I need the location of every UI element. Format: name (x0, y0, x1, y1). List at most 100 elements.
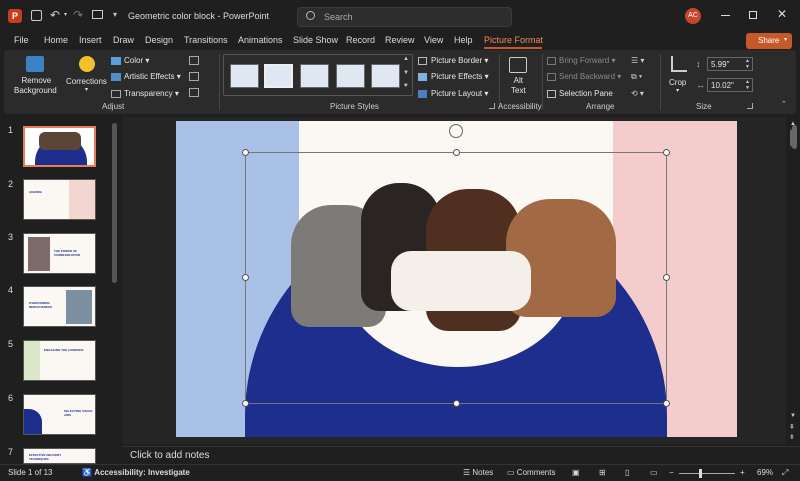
reset-picture-icon[interactable] (189, 88, 199, 97)
remove-background-button[interactable]: Remove Background (14, 76, 57, 96)
bring-forward-icon (547, 56, 556, 65)
present-icon[interactable] (92, 10, 103, 19)
slide-thumbnail-6[interactable]: SELECTING VISUAL AIDS (23, 394, 96, 435)
tab-view[interactable]: View (424, 35, 443, 45)
color-button[interactable]: Color ▾ (111, 56, 149, 65)
close-icon[interactable]: ✕ (777, 7, 787, 21)
fit-slide-icon[interactable]: ⤢ (782, 468, 788, 478)
minimize-icon[interactable] (721, 15, 730, 16)
tab-animations[interactable]: Animations (238, 35, 283, 45)
transparency-button[interactable]: Transparency ▾ (111, 89, 179, 98)
thumbnail-scrollbar[interactable] (112, 123, 117, 283)
zoom-slider-thumb[interactable] (699, 469, 702, 478)
share-button[interactable]: Share ▾ (746, 33, 792, 49)
tab-help[interactable]: Help (454, 35, 473, 45)
gallery-scroll-down-icon[interactable]: ▼ (403, 70, 409, 76)
redo-icon[interactable]: ↷ (73, 8, 83, 22)
zoom-slider[interactable] (679, 469, 735, 478)
scroll-thumb[interactable] (790, 129, 795, 147)
comments-button[interactable]: ▭ Comments (507, 468, 555, 477)
slide-thumbnail-1[interactable] (23, 126, 96, 167)
resize-handle-bottom-left[interactable] (242, 400, 249, 407)
picture-layout-button[interactable]: Picture Layout ▾ (418, 89, 488, 98)
tab-insert[interactable]: Insert (79, 35, 102, 45)
slide-thumbnail-7[interactable]: EFFECTIVE DELIVERY TECHNIQUES (23, 448, 96, 464)
undo-dropdown-icon[interactable]: ▾ (64, 11, 67, 18)
tab-record[interactable]: Record (346, 35, 375, 45)
tab-draw[interactable]: Draw (113, 35, 134, 45)
tab-picture-format[interactable]: Picture Format (484, 35, 543, 45)
group-icon[interactable]: ⧉ ▾ (631, 72, 642, 82)
tab-file[interactable]: File (14, 35, 29, 45)
next-slide-icon[interactable]: ⇟ (789, 433, 795, 441)
tab-design[interactable]: Design (145, 35, 173, 45)
gallery-more-icon[interactable]: ⯆ (403, 83, 409, 91)
alt-text-label-1: Alt (513, 76, 523, 85)
thumb-shape (24, 409, 42, 434)
avatar[interactable]: AC (685, 8, 701, 24)
notes-pane[interactable]: Click to add notes (122, 446, 800, 464)
customize-toolbar-icon[interactable]: ▾ (113, 10, 117, 19)
resize-handle-top[interactable] (453, 149, 460, 156)
normal-view-icon[interactable]: ▣ (572, 468, 580, 477)
zoom-out-icon[interactable]: − (669, 468, 674, 477)
bring-forward-button[interactable]: Bring Forward ▾ (547, 56, 616, 65)
size-launcher-icon[interactable] (747, 103, 753, 109)
tab-home[interactable]: Home (44, 35, 68, 45)
collapse-ribbon-icon[interactable]: ⌃ (781, 100, 787, 108)
undo-icon[interactable]: ↶ (50, 8, 60, 22)
zoom-in-icon[interactable]: + (740, 468, 745, 477)
align-icon[interactable]: ☰ ▾ (631, 56, 644, 65)
picture-styles-launcher-icon[interactable] (489, 103, 495, 109)
rotate-handle-icon[interactable] (449, 124, 463, 138)
scroll-up-icon[interactable]: ▲ (790, 121, 796, 127)
resize-handle-top-left[interactable] (242, 149, 249, 156)
reading-view-icon[interactable]: ▯ (625, 468, 629, 477)
width-spinner-icon[interactable]: ▲ ▼ (745, 79, 750, 91)
picture-effects-button[interactable]: Picture Effects ▾ (418, 72, 489, 81)
previous-slide-icon[interactable]: ⇞ (789, 423, 795, 431)
artistic-effects-button[interactable]: Artistic Effects ▾ (111, 72, 181, 81)
alt-text-button[interactable]: Alt Text (511, 76, 526, 96)
slide-thumbnail-3[interactable]: THE POWER OF COMMUNICATION (23, 233, 96, 274)
picture-style-3[interactable] (300, 64, 329, 88)
scroll-down-icon[interactable]: ▼ (790, 413, 796, 419)
gallery-scroll-up-icon[interactable]: ▲ (403, 56, 409, 62)
tab-review[interactable]: Review (385, 35, 415, 45)
resize-handle-right[interactable] (663, 274, 670, 281)
resize-handle-top-right[interactable] (663, 149, 670, 156)
crop-button[interactable]: Crop ▾ (669, 78, 686, 94)
save-icon[interactable] (31, 10, 42, 21)
tab-slide-show[interactable]: Slide Show (293, 35, 338, 45)
compress-pictures-icon[interactable] (189, 56, 199, 65)
slide-thumbnail-2[interactable]: AGENDA (23, 179, 96, 220)
height-field[interactable]: 5.99" ▲ ▼ (707, 57, 753, 71)
corrections-button[interactable]: Corrections ▾ (66, 77, 107, 93)
selection-pane-icon (547, 89, 556, 98)
slide-sorter-icon[interactable]: ⊞ (599, 468, 606, 477)
rotate-icon[interactable]: ⟲ ▾ (631, 89, 644, 98)
picture-style-5[interactable] (371, 64, 400, 88)
tab-transitions[interactable]: Transitions (184, 35, 228, 45)
zoom-level[interactable]: 69% (757, 468, 773, 477)
search-box[interactable]: Search (297, 7, 512, 27)
picture-style-1[interactable] (230, 64, 259, 88)
height-spinner-icon[interactable]: ▲ ▼ (745, 58, 750, 70)
slide[interactable] (176, 121, 737, 437)
change-picture-icon[interactable] (189, 72, 199, 81)
slide-thumbnail-5[interactable]: ENGAGING THE AUDIENCE (23, 340, 96, 381)
slide-thumbnail-4[interactable]: OVERCOMING NERVOUSNESS (23, 286, 96, 327)
slideshow-view-icon[interactable]: ▭ (650, 468, 658, 477)
resize-handle-left[interactable] (242, 274, 249, 281)
picture-style-4[interactable] (336, 64, 365, 88)
send-backward-button[interactable]: Send Backward ▾ (547, 72, 621, 81)
resize-handle-bottom-right[interactable] (663, 400, 670, 407)
picture-style-2[interactable] (264, 64, 293, 88)
width-field[interactable]: 10.02" ▲ ▼ (707, 78, 753, 92)
picture-border-button[interactable]: Picture Border ▾ (418, 56, 488, 65)
accessibility-status-button[interactable]: ♿ Accessibility: Investigate (82, 468, 190, 477)
notes-button[interactable]: ☰ Notes (463, 468, 493, 477)
resize-handle-bottom[interactable] (453, 400, 460, 407)
selection-pane-button[interactable]: Selection Pane (547, 89, 613, 98)
maximize-icon[interactable] (749, 11, 757, 19)
